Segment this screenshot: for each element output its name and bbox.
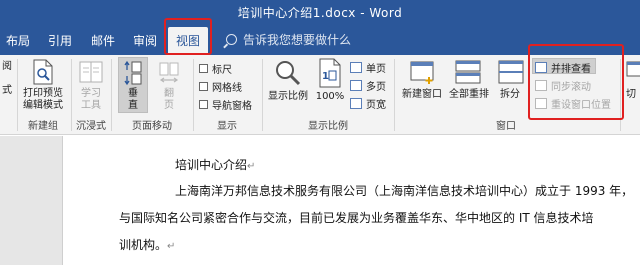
document-page[interactable]: 培训中心介绍↵ 上海南洋万邦信息技术服务有限公司（上海南洋信息技术培训中心）成立…	[62, 136, 640, 265]
page-width-icon	[350, 98, 362, 109]
print-preview-icon[interactable]	[32, 59, 54, 85]
vertical-icon[interactable]	[123, 60, 143, 86]
reset-position-button[interactable]: 重设窗口位置	[535, 96, 611, 111]
vertical-label[interactable]: 垂	[118, 88, 148, 100]
ribbon-view: 阅 式 打印预览 编辑模式 新建组 学习 工具 沉浸式 垂 直 翻 页 页面移动…	[0, 55, 640, 135]
split-label[interactable]: 拆分	[494, 89, 526, 101]
tab-layout[interactable]: 布局	[6, 32, 30, 49]
print-preview-label[interactable]: 打印预览	[18, 88, 68, 100]
group-window-label: 窗口	[496, 121, 516, 132]
checkbox-icon	[199, 100, 208, 109]
new-window-label[interactable]: 新建窗口	[398, 89, 446, 101]
checkbox-icon	[199, 82, 208, 91]
side-to-side-label2[interactable]: 页	[154, 100, 184, 112]
gridlines-checkbox[interactable]: 网格线	[199, 79, 242, 94]
svg-text:1: 1	[322, 71, 329, 82]
window-title: 培训中心介绍1.docx - Word	[237, 6, 403, 20]
vertical-label2[interactable]: 直	[118, 100, 148, 112]
switch-windows-label[interactable]: 切	[626, 89, 640, 101]
ruler-label: 标尺	[212, 65, 232, 76]
sync-scroll-button[interactable]: 同步滚动	[535, 78, 591, 93]
group-zoom-label: 显示比例	[308, 121, 348, 132]
ruler-checkbox[interactable]: 标尺	[199, 61, 232, 76]
arrange-all-icon[interactable]	[455, 59, 481, 85]
new-window-icon[interactable]	[410, 59, 436, 85]
arrange-all-label[interactable]: 全部重排	[444, 89, 494, 101]
read-mode-label-top[interactable]: 阅	[0, 61, 14, 73]
split-icon[interactable]	[498, 59, 524, 85]
learning-tools-icon[interactable]	[79, 59, 103, 85]
multiple-pages-button[interactable]: 多页	[350, 78, 386, 93]
side-by-side-label: 并排查看	[551, 64, 591, 75]
read-mode-label-bottom[interactable]: 式	[0, 85, 14, 97]
doc-line-3: 训机构。↵	[119, 238, 176, 252]
multiple-pages-label: 多页	[366, 82, 386, 93]
ribbon-tab-row: 布局 引用 邮件 审阅 视图 告诉我您想要做什么	[0, 24, 640, 55]
group-show-label: 显示	[217, 121, 237, 132]
nav-pane-checkbox[interactable]: 导航窗格	[199, 97, 252, 112]
gridlines-label: 网格线	[212, 83, 242, 94]
tab-references[interactable]: 引用	[48, 32, 72, 49]
reset-position-label: 重设窗口位置	[551, 100, 611, 111]
nav-pane-label: 导航窗格	[212, 101, 252, 112]
reset-position-icon	[535, 98, 547, 109]
tab-view[interactable]: 视图	[168, 27, 209, 55]
group-immersive-label: 沉浸式	[76, 121, 106, 132]
side-to-side-icon[interactable]	[158, 60, 180, 86]
learning-tools-label2[interactable]: 工具	[76, 100, 106, 112]
zoom-icon[interactable]	[274, 59, 302, 87]
tell-me-text: 告诉我您想要做什么	[243, 33, 352, 47]
page-width-button[interactable]: 页宽	[350, 96, 386, 111]
one-page-icon	[350, 62, 362, 73]
paragraph-mark: ↵	[247, 161, 256, 172]
sync-scroll-icon	[535, 80, 547, 91]
side-by-side-button[interactable]: 并排查看	[535, 60, 591, 75]
tab-review[interactable]: 审阅	[133, 32, 157, 49]
zoom-label[interactable]: 显示比例	[264, 91, 312, 103]
paragraph-mark: ↵	[167, 241, 176, 252]
one-page-label: 单页	[366, 64, 386, 75]
side-to-side-label[interactable]: 翻	[154, 88, 184, 100]
tab-mailings[interactable]: 邮件	[91, 32, 115, 49]
doc-line-1: 上海南洋万邦信息技术服务有限公司（上海南洋信息技术培训中心）成立于 1993 年…	[175, 184, 634, 198]
tell-me-box[interactable]: 告诉我您想要做什么	[226, 31, 351, 48]
group-page-move-label: 页面移动	[132, 121, 172, 132]
switch-windows-icon[interactable]	[626, 59, 640, 85]
side-by-side-icon	[535, 62, 547, 73]
search-icon	[226, 34, 237, 45]
group-new-label: 新建组	[28, 121, 58, 132]
doc-line-2: 与国际知名公司紧密合作与交流，目前已发展为业务覆盖华东、华中地区的 IT 信息技…	[119, 211, 594, 225]
hundred-percent-label[interactable]: 100%	[314, 91, 346, 103]
page-width-label: 页宽	[366, 100, 386, 111]
sync-scroll-label: 同步滚动	[551, 82, 591, 93]
learning-tools-label[interactable]: 学习	[76, 88, 106, 100]
hundred-percent-icon[interactable]: 1	[318, 58, 342, 88]
checkbox-icon	[199, 64, 208, 73]
print-preview-label2[interactable]: 编辑模式	[18, 100, 68, 112]
multiple-pages-icon	[350, 80, 362, 91]
doc-heading: 培训中心介绍↵	[175, 158, 256, 172]
one-page-button[interactable]: 单页	[350, 60, 386, 75]
title-bar: 培训中心介绍1.docx - Word	[0, 0, 640, 24]
document-area: 培训中心介绍↵ 上海南洋万邦信息技术服务有限公司（上海南洋信息技术培训中心）成立…	[0, 136, 640, 265]
